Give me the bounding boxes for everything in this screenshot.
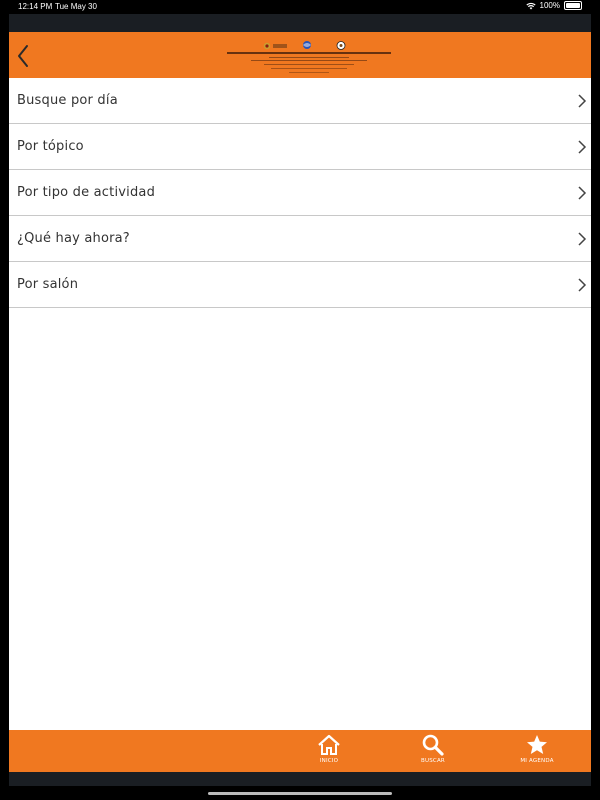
home-indicator[interactable] (208, 792, 392, 795)
tab-bar: INICIO BUSCAR MI AGENDA (9, 730, 591, 772)
menu-list: Busque por día Por tópico Por tipo de ac… (9, 78, 591, 308)
tab-label: BUSCAR (421, 758, 445, 764)
congress-logo (227, 41, 391, 73)
menu-item-por-tipo-de-actividad[interactable]: Por tipo de actividad (9, 170, 591, 216)
chevron-right-icon (578, 93, 587, 108)
menu-item-label: Por salón (17, 277, 79, 292)
tab-label: MI AGENDA (520, 758, 554, 764)
menu-item-label: Por tipo de actividad (17, 185, 156, 200)
top-spacer (9, 14, 591, 32)
battery-icon (564, 1, 582, 10)
chevron-left-icon[interactable] (15, 44, 31, 68)
chevron-right-icon (578, 185, 587, 200)
chevron-right-icon (578, 277, 587, 292)
menu-item-por-topico[interactable]: Por tópico (9, 124, 591, 170)
tab-label: INICIO (319, 758, 339, 764)
bottom-spacer (9, 772, 591, 786)
tab-mi-agenda[interactable]: MI AGENDA (507, 730, 567, 772)
wifi-icon (525, 2, 536, 9)
menu-item-que-hay-ahora[interactable]: ¿Qué hay ahora? (9, 216, 591, 262)
chevron-right-icon (578, 139, 587, 154)
menu-item-label: Por tópico (17, 139, 84, 154)
menu-item-label: Busque por día (17, 93, 118, 108)
home-icon (318, 734, 340, 755)
star-icon (527, 735, 547, 754)
status-date: Tue May 30 (55, 2, 97, 11)
tab-inicio[interactable]: INICIO (299, 730, 359, 772)
header-bar (9, 32, 591, 78)
tab-buscar[interactable]: BUSCAR (403, 730, 463, 772)
app-frame: Busque por día Por tópico Por tipo de ac… (9, 14, 591, 786)
chevron-right-icon (578, 231, 587, 246)
search-icon (422, 734, 444, 756)
status-indicators: 100% (525, 1, 582, 10)
battery-percent: 100% (539, 1, 560, 10)
status-bar: 12:14 PM Tue May 30 100% (0, 0, 600, 14)
menu-item-busque-por-dia[interactable]: Busque por día (9, 78, 591, 124)
menu-item-por-salon[interactable]: Por salón (9, 262, 591, 308)
status-time: 12:14 PM (18, 2, 53, 11)
menu-item-label: ¿Qué hay ahora? (17, 231, 130, 246)
